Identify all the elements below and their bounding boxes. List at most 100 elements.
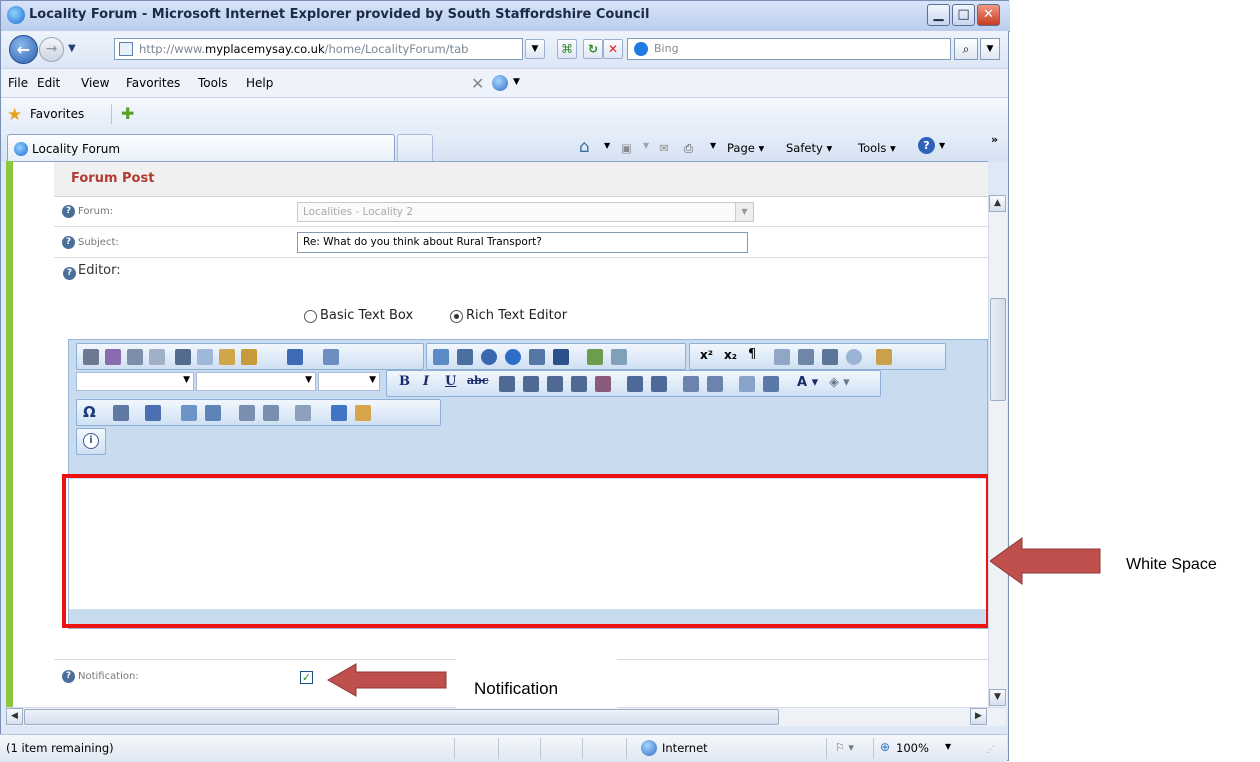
maximize-button[interactable]: □ (952, 4, 975, 26)
resize-grip-icon[interactable]: ⋰ (986, 745, 995, 755)
paragraph-style-select[interactable]: ▼ (76, 372, 194, 391)
horizontal-scrollbar[interactable]: ◀ ▶ (6, 707, 1006, 726)
image-editor-icon[interactable] (205, 405, 221, 421)
remove-alignment-icon[interactable] (595, 376, 611, 392)
numbered-list-icon[interactable] (683, 376, 699, 392)
feeds-dropdown-icon[interactable]: ▼ (643, 141, 649, 150)
address-bar[interactable]: http://www.myplacemysay.co.uk/home/Local… (114, 38, 523, 60)
image-map-icon[interactable] (457, 349, 473, 365)
convert-lower-icon[interactable] (239, 405, 255, 421)
convert-upper-icon[interactable] (263, 405, 279, 421)
font-size-select[interactable]: ▼ (318, 372, 380, 391)
print-icon[interactable] (83, 349, 99, 365)
back-button[interactable]: ← (9, 35, 38, 64)
print-icon[interactable]: ⎙ (684, 141, 693, 156)
help-icon[interactable]: ? (62, 670, 75, 683)
globe-icon[interactable] (492, 75, 508, 91)
zoom-dropdown-icon[interactable]: ▼ (945, 742, 951, 751)
notification-checkbox[interactable]: ✓ (300, 671, 313, 684)
back-color-icon[interactable]: ◈ ▾ (829, 375, 850, 390)
basic-text-box-radio[interactable] (304, 310, 317, 323)
indent-icon[interactable] (627, 376, 643, 392)
image-manager-icon[interactable] (433, 349, 449, 365)
document-manager-icon[interactable] (529, 349, 545, 365)
insert-snippet-icon[interactable] (145, 405, 161, 421)
template-manager-icon[interactable] (553, 349, 569, 365)
print-dropdown-icon[interactable]: ▼ (710, 141, 716, 150)
refresh-button[interactable]: ↻ (583, 39, 603, 59)
help-icon[interactable]: ? (62, 236, 75, 249)
outdent-icon[interactable] (651, 376, 667, 392)
help-icon[interactable]: ? (62, 205, 75, 218)
address-dropdown-button[interactable]: ▼ (525, 39, 545, 59)
copy-icon[interactable] (197, 349, 213, 365)
superscript-icon[interactable]: x² (700, 348, 713, 362)
align-icon[interactable] (798, 349, 814, 365)
cut-icon[interactable] (175, 349, 191, 365)
menu-file[interactable]: File (8, 76, 28, 90)
undo-icon[interactable] (287, 349, 303, 365)
tools-menu[interactable]: Tools ▾ (858, 141, 896, 155)
search-options-dropdown[interactable]: ▼ (980, 38, 1000, 60)
xhtml-validator-icon[interactable] (763, 376, 779, 392)
menu-edit[interactable]: Edit (37, 76, 60, 90)
forum-select[interactable]: Localities - Locality 2 ▼ (297, 202, 754, 222)
save-icon[interactable] (331, 405, 347, 421)
help-icon[interactable]: ? (918, 137, 935, 154)
subscript-icon[interactable]: x₂ (724, 348, 737, 362)
strikethrough-icon[interactable]: abc (467, 374, 489, 387)
safety-menu[interactable]: Safety ▾ (786, 141, 832, 155)
chevron-right-icon[interactable]: » (991, 133, 998, 146)
home-icon[interactable]: ⌂ (579, 137, 590, 157)
scroll-right-icon[interactable]: ▶ (970, 708, 987, 725)
close-button[interactable]: ✕ (977, 4, 1000, 26)
mail-icon[interactable]: ✉ (659, 141, 669, 155)
globe-dropdown-icon[interactable]: ▼ (513, 77, 520, 87)
image-properties-icon[interactable] (181, 405, 197, 421)
horizontal-scroll-thumb[interactable] (24, 709, 779, 725)
favorites-star-icon[interactable]: ★ (7, 105, 22, 125)
paragraph-icon[interactable]: ¶ (748, 347, 756, 362)
hyperlink-icon[interactable] (587, 349, 603, 365)
subject-input[interactable]: Re: What do you think about Rural Transp… (297, 232, 748, 253)
bulleted-list-icon[interactable] (707, 376, 723, 392)
remove-link-icon[interactable] (611, 349, 627, 365)
vertical-scrollbar[interactable]: ▲ ▼ (988, 195, 1007, 707)
stop-button[interactable]: ✕ (603, 39, 623, 59)
redo-icon[interactable] (323, 349, 339, 365)
zoom-icon[interactable]: ⊕ (880, 740, 890, 754)
page-menu[interactable]: Page ▾ (727, 141, 764, 155)
search-icon[interactable]: ⌕ (954, 38, 978, 60)
recent-pages-dropdown[interactable]: ▼ (68, 43, 76, 54)
menu-favorites[interactable]: Favorites (126, 76, 180, 90)
align-center-icon[interactable] (523, 376, 539, 392)
menu-tools[interactable]: Tools (198, 76, 228, 90)
spellcheck-icon[interactable] (105, 349, 121, 365)
close-toolbar-icon[interactable]: ✕ (471, 74, 484, 93)
zoom-level[interactable]: 100% (896, 741, 929, 755)
new-tab-button[interactable] (397, 134, 433, 162)
favorites-button[interactable]: Favorites (30, 107, 84, 121)
feeds-icon[interactable]: ▣ (621, 141, 632, 155)
fore-color-icon[interactable]: A ▾ (797, 375, 818, 390)
menu-view[interactable]: View (81, 76, 109, 90)
rich-text-editor-label[interactable]: Rich Text Editor (466, 308, 567, 323)
add-to-favorites-icon[interactable]: ✚ (121, 104, 141, 124)
underline-icon[interactable]: U (445, 374, 456, 389)
scroll-down-icon[interactable]: ▼ (989, 689, 1006, 706)
clock-icon[interactable] (846, 349, 862, 365)
align-left-icon[interactable] (499, 376, 515, 392)
minimize-button[interactable]: ▁ (927, 4, 950, 26)
vertical-scroll-thumb[interactable] (990, 298, 1006, 401)
font-name-select[interactable]: ▼ (196, 372, 316, 391)
module-icon[interactable] (822, 349, 838, 365)
rich-text-editor-radio[interactable] (450, 310, 463, 323)
menu-help[interactable]: Help (246, 76, 273, 90)
chevron-down-icon[interactable]: ▼ (735, 203, 753, 221)
forward-button[interactable]: → (39, 37, 64, 62)
scroll-left-icon[interactable]: ◀ (6, 708, 23, 725)
paste-icon[interactable] (219, 349, 235, 365)
align-right-icon[interactable] (547, 376, 563, 392)
tab-locality-forum[interactable]: Locality Forum (7, 134, 395, 162)
flash-icon[interactable] (481, 349, 497, 365)
